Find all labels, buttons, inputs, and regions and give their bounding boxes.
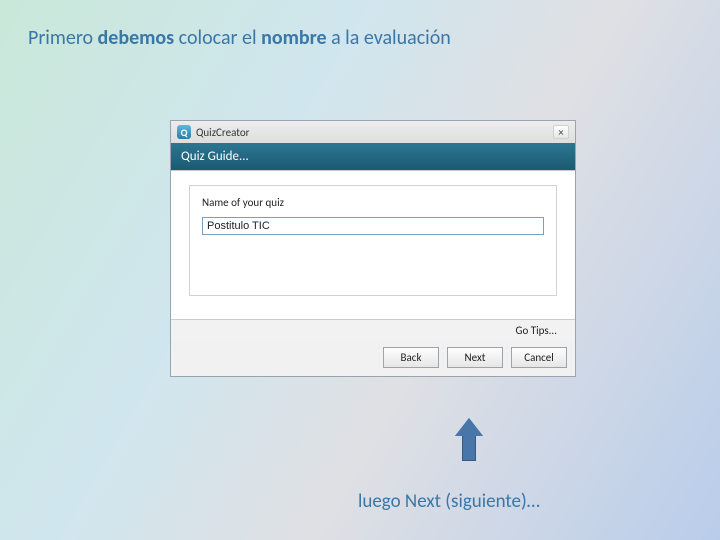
next-button[interactable]: Next — [447, 347, 503, 368]
dialog-body: Name of your quiz — [171, 170, 575, 320]
instruction-heading-top: Primero debemos colocar el nombre a la e… — [28, 26, 451, 50]
button-row: Back Next Cancel — [171, 341, 575, 376]
titlebar[interactable]: Q QuizCreator × — [171, 121, 575, 143]
text: a la evaluación — [327, 26, 451, 50]
text-bold: debemos — [98, 26, 175, 50]
back-button[interactable]: Back — [383, 347, 439, 368]
form-panel: Name of your quiz — [189, 185, 557, 296]
highlight-arrow-icon — [455, 418, 483, 461]
text-bold: nombre — [261, 26, 326, 50]
instruction-heading-bottom: luego Next (siguiente)… — [358, 490, 540, 513]
arrow-head-icon — [455, 418, 483, 436]
text: colocar el — [174, 26, 261, 50]
window-title: QuizCreator — [196, 126, 553, 139]
text: Primero — [28, 26, 98, 50]
close-icon[interactable]: × — [553, 125, 569, 139]
dialog-subheader: Quiz Guide... — [171, 143, 575, 170]
cancel-button[interactable]: Cancel — [511, 347, 567, 368]
quiz-guide-dialog: Q QuizCreator × Quiz Guide... Name of yo… — [170, 120, 576, 377]
quiz-name-label: Name of your quiz — [202, 196, 544, 209]
tips-link[interactable]: Go Tips... — [171, 320, 575, 341]
arrow-stem-icon — [462, 435, 476, 461]
quiz-name-input[interactable] — [202, 217, 544, 235]
app-icon: Q — [177, 125, 191, 139]
